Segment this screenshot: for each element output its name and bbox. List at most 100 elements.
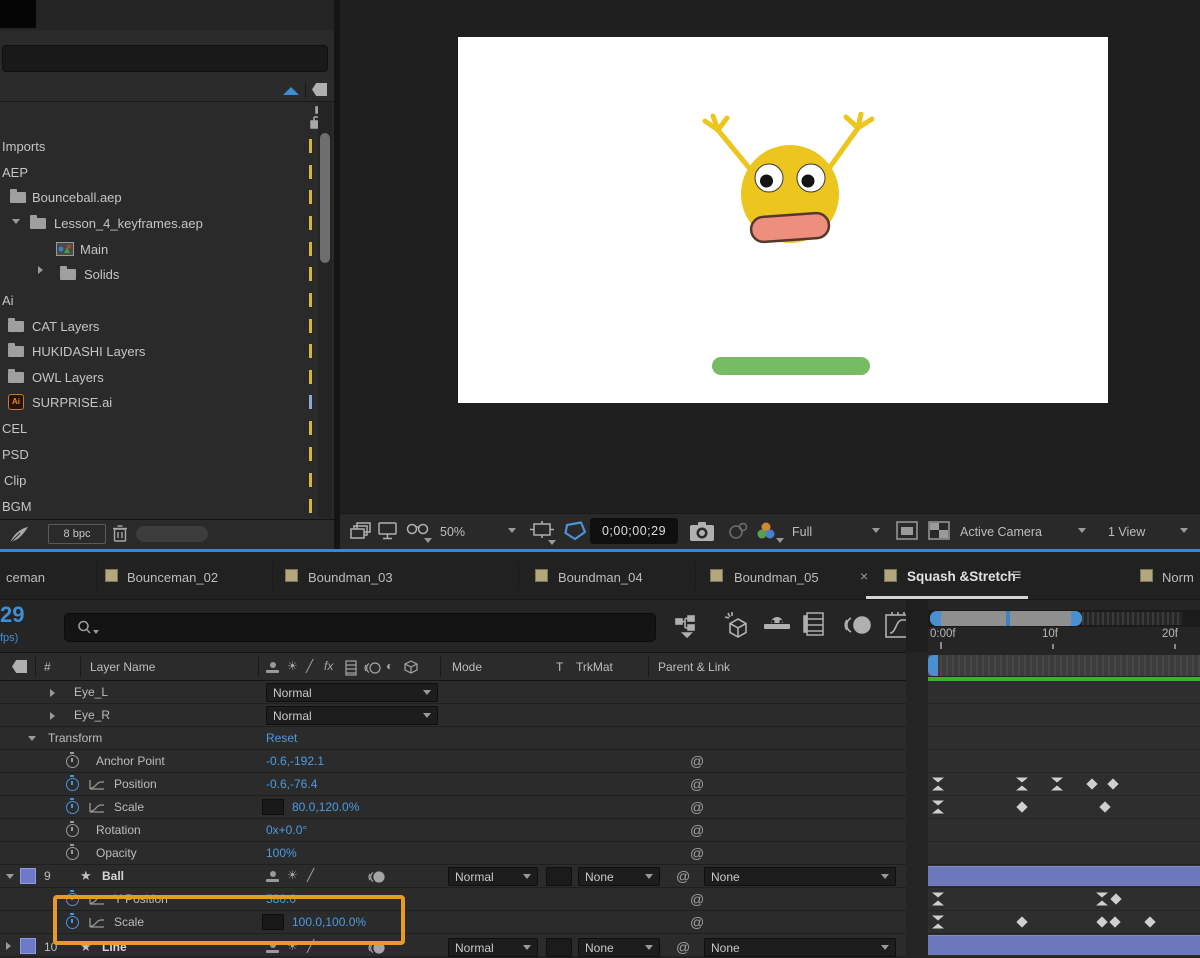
collapse-toggle-icon[interactable]: ☀ [287, 868, 298, 882]
pickwhip-icon[interactable]: @ [690, 799, 704, 815]
stopwatch-icon-active[interactable] [66, 774, 79, 791]
chevron-down-icon[interactable] [424, 538, 432, 543]
tab-boundman-05[interactable]: Boundman_05 [734, 570, 819, 585]
label-dash[interactable] [309, 165, 312, 179]
expand-caret-icon[interactable] [50, 689, 55, 697]
layer-row-ball[interactable]: 9 ★ Ball ☀ ╱ Normal None @ None [0, 865, 1200, 888]
project-item[interactable]: AEP [2, 165, 28, 180]
adjustment-column-icon[interactable]: ◐ [386, 659, 393, 673]
label-dash[interactable] [309, 447, 312, 461]
reset-link[interactable]: Reset [266, 731, 297, 745]
shape-group-row-eye-r[interactable]: Eye_R Normal [0, 704, 1200, 727]
keyframe-track-y-position[interactable] [928, 888, 1200, 911]
pickwhip-icon[interactable]: @ [676, 939, 690, 955]
frame-blend-icon[interactable] [803, 612, 827, 640]
expand-caret-icon[interactable] [6, 942, 11, 950]
shape-group-row-eye-l[interactable]: Eye_L Normal [0, 681, 1200, 704]
label-dash[interactable] [309, 139, 312, 153]
tab-partial-right[interactable]: Norm [1162, 570, 1194, 585]
project-item[interactable]: Lesson_4_keyframes.aep [54, 216, 203, 231]
region-of-interest-icon[interactable] [896, 521, 918, 541]
stopwatch-icon-active[interactable] [66, 797, 79, 814]
column-mode[interactable]: Mode [452, 660, 482, 674]
property-row-scale[interactable]: Scale 80.0,120.0% @ [0, 796, 1200, 819]
preview-frames-icon[interactable] [350, 522, 372, 540]
comp-flowchart-icon[interactable] [675, 615, 701, 639]
keyframe-ease[interactable] [932, 777, 944, 791]
project-item[interactable]: Imports [2, 139, 45, 154]
column-layer-name[interactable]: Layer Name [90, 660, 155, 674]
blend-mode-select[interactable]: Normal [266, 706, 438, 725]
keyframe-ease[interactable] [932, 892, 944, 906]
quality-column-icon[interactable]: ╱ [306, 659, 313, 673]
mask-visibility-icon[interactable] [562, 519, 588, 543]
keyframe-diamond[interactable] [1099, 801, 1111, 813]
shy-column-icon[interactable] [266, 662, 279, 673]
footer-pill[interactable] [136, 526, 208, 542]
property-value[interactable]: -0.6,-76.4 [266, 777, 317, 791]
channels-icon[interactable] [756, 521, 776, 541]
transform-group-row[interactable]: Transform Reset [0, 727, 1200, 750]
keyframe-track-scale[interactable] [928, 796, 1200, 819]
label-dash[interactable] [309, 267, 312, 281]
bpc-button[interactable]: 8 bpc [48, 524, 106, 544]
grid-guides-icon[interactable] [530, 521, 554, 541]
keyframe-diamond[interactable] [1096, 916, 1108, 928]
tab-squash-stretch-active[interactable]: Squash &Stretch [907, 569, 1016, 584]
property-name[interactable]: Rotation [96, 823, 141, 837]
keyframe-diamond[interactable] [1107, 778, 1119, 790]
fx-column-icon[interactable]: fx [324, 659, 333, 673]
blend-mode-select[interactable]: Normal [448, 867, 538, 886]
work-area-start-handle[interactable] [928, 655, 938, 676]
layer-color-swatch[interactable] [20, 938, 36, 954]
pickwhip-icon[interactable]: @ [690, 845, 704, 861]
project-scrollbar-thumb[interactable] [320, 133, 330, 263]
motion-blur-icon[interactable] [843, 614, 873, 638]
group-name[interactable]: Eye_L [74, 685, 108, 699]
parent-select[interactable]: None [704, 867, 896, 886]
project-search-field[interactable] [2, 45, 328, 72]
trkmat-select[interactable]: None [578, 867, 660, 886]
preserve-transparency-box[interactable] [546, 938, 572, 957]
tab-partial-left[interactable]: ceman [6, 570, 45, 585]
project-item[interactable]: HUKIDASHI Layers [32, 344, 145, 359]
keyframe-diamond[interactable] [1016, 801, 1028, 813]
tab-close-icon[interactable]: × [860, 568, 868, 584]
stopwatch-icon[interactable] [66, 820, 79, 837]
quality-toggle-icon[interactable]: ╱ [307, 868, 314, 882]
pickwhip-icon[interactable]: @ [690, 776, 704, 792]
shy-toggle-icon[interactable] [266, 871, 279, 882]
label-dash[interactable] [309, 242, 312, 256]
pickwhip-icon[interactable]: @ [690, 753, 704, 769]
project-item[interactable]: CAT Layers [32, 319, 99, 334]
keyframe-ease[interactable] [932, 915, 944, 929]
property-value[interactable]: 80.0,120.0% [292, 800, 359, 814]
expand-caret-icon[interactable] [12, 219, 20, 224]
velocity-graph-icon[interactable] [88, 779, 106, 791]
draft-3d-icon[interactable] [718, 611, 750, 641]
project-item[interactable]: Solids [84, 267, 119, 282]
keyframe-diamond[interactable] [1109, 916, 1121, 928]
blend-mode-select[interactable]: Normal [266, 683, 438, 702]
stopwatch-icon[interactable] [66, 751, 79, 768]
work-area-bar[interactable] [928, 655, 1200, 676]
column-index[interactable]: # [44, 660, 51, 674]
current-time-display[interactable]: 29 [0, 602, 24, 628]
search-options-chevron-icon[interactable] [93, 630, 99, 634]
blend-mode-select[interactable]: Normal [448, 938, 538, 957]
project-item[interactable]: CEL [2, 421, 27, 436]
property-name[interactable]: Anchor Point [96, 754, 165, 768]
trkmat-select[interactable]: None [578, 938, 660, 957]
collapse-caret-icon[interactable] [6, 874, 14, 879]
column-t[interactable]: T [556, 660, 563, 674]
keyframe-diamond[interactable] [1144, 916, 1156, 928]
keyframe-diamond[interactable] [1110, 893, 1122, 905]
stopwatch-icon[interactable] [66, 843, 79, 860]
zoom-select[interactable]: 50% [440, 525, 465, 539]
preserve-transparency-box[interactable] [546, 867, 572, 886]
label-dash[interactable] [309, 293, 312, 307]
parent-select[interactable]: None [704, 938, 896, 957]
motion-blur-toggle-icon[interactable] [368, 870, 386, 884]
property-name[interactable]: Scale [114, 800, 144, 814]
motion-blur-column-icon[interactable] [364, 661, 382, 675]
